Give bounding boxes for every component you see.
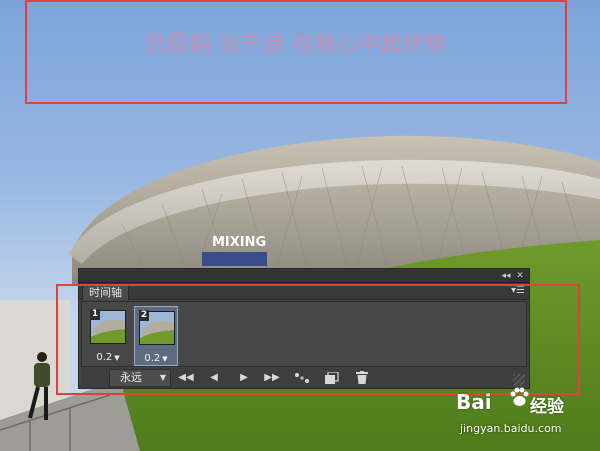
watermark-url: jingyan.baidu.com [460, 422, 562, 435]
caption-highlight-frame: 仍愿翻 百千浪 在我心中起伏够 [25, 0, 567, 104]
close-panel-icon[interactable]: ✕ [513, 269, 527, 283]
panel-titlebar[interactable]: ◂◂ ✕ [79, 269, 529, 283]
watermark-jingyan: 经验 [530, 397, 564, 417]
watermark-brand: Bai [456, 390, 492, 414]
caption-text: 仍愿翻 百千浪 在我心中起伏够 [145, 32, 447, 56]
collapse-panel-icon[interactable]: ◂◂ [499, 269, 513, 283]
frame-number: 2 [139, 310, 149, 321]
paw-logo-icon [510, 387, 529, 406]
panel-highlight-frame [56, 284, 580, 395]
baidu-jingyan-watermark: Bai 经验 jingyan.baidu.com [456, 384, 596, 444]
frame-number: 1 [90, 309, 100, 320]
